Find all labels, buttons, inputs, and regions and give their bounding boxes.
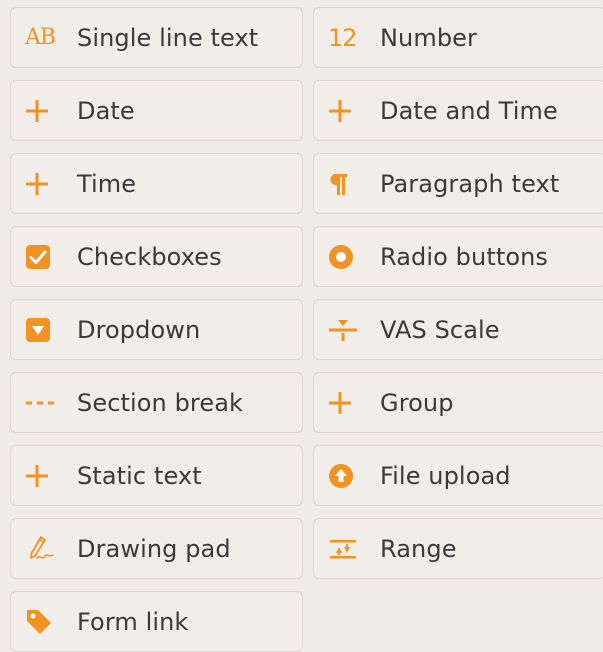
pilcrow-icon (328, 169, 364, 199)
field-file-upload[interactable]: File upload (313, 445, 603, 506)
field-label: Static text (77, 461, 202, 490)
field-radio-buttons[interactable]: Radio buttons (313, 226, 603, 287)
field-type-palette: AB Single line text 12 Number Date Date … (10, 7, 603, 652)
field-label: Section break (77, 388, 244, 417)
range-icon (328, 534, 364, 564)
field-label: Drawing pad (77, 534, 231, 563)
dotted-line-icon (25, 388, 61, 418)
tag-icon (25, 607, 61, 637)
field-vas-scale[interactable]: VAS Scale (313, 299, 603, 360)
field-label: Dropdown (77, 315, 201, 344)
field-label: File upload (380, 461, 511, 490)
field-range[interactable]: Range (313, 518, 603, 579)
field-label: Number (380, 23, 478, 52)
field-number[interactable]: 12 Number (313, 7, 603, 68)
plus-icon (25, 169, 61, 199)
dropdown-icon (25, 315, 61, 345)
field-paragraph-text[interactable]: Paragraph text (313, 153, 603, 214)
field-single-line-text[interactable]: AB Single line text (10, 7, 303, 68)
field-label: Single line text (77, 23, 259, 52)
field-date[interactable]: Date (10, 80, 303, 141)
field-static-text[interactable]: Static text (10, 445, 303, 506)
field-drawing-pad[interactable]: Drawing pad (10, 518, 303, 579)
field-label: Range (380, 534, 457, 563)
field-label: Time (77, 169, 137, 198)
number-icon: 12 (328, 23, 358, 52)
field-time[interactable]: Time (10, 153, 303, 214)
field-checkboxes[interactable]: Checkboxes (10, 226, 303, 287)
plus-icon (328, 96, 364, 126)
field-section-break[interactable]: Section break (10, 372, 303, 433)
field-form-link[interactable]: Form link (10, 591, 303, 652)
vas-scale-icon (328, 315, 364, 345)
field-dropdown[interactable]: Dropdown (10, 299, 303, 360)
field-label: Form link (77, 607, 189, 636)
field-label: Radio buttons (380, 242, 549, 271)
radio-icon (328, 242, 364, 272)
field-label: Group (380, 388, 454, 417)
plus-icon (25, 461, 61, 491)
field-label: VAS Scale (380, 315, 500, 344)
field-label: Date (77, 96, 135, 125)
field-date-and-time[interactable]: Date and Time (313, 80, 603, 141)
upload-icon (328, 461, 364, 491)
checkbox-icon (25, 242, 61, 272)
field-label: Paragraph text (380, 169, 560, 198)
ab-text-icon: AB (25, 25, 56, 50)
plus-icon (328, 388, 364, 418)
field-label: Checkboxes (77, 242, 222, 271)
plus-icon (25, 96, 61, 126)
field-label: Date and Time (380, 96, 558, 125)
field-group[interactable]: Group (313, 372, 603, 433)
pencil-icon (25, 534, 61, 564)
